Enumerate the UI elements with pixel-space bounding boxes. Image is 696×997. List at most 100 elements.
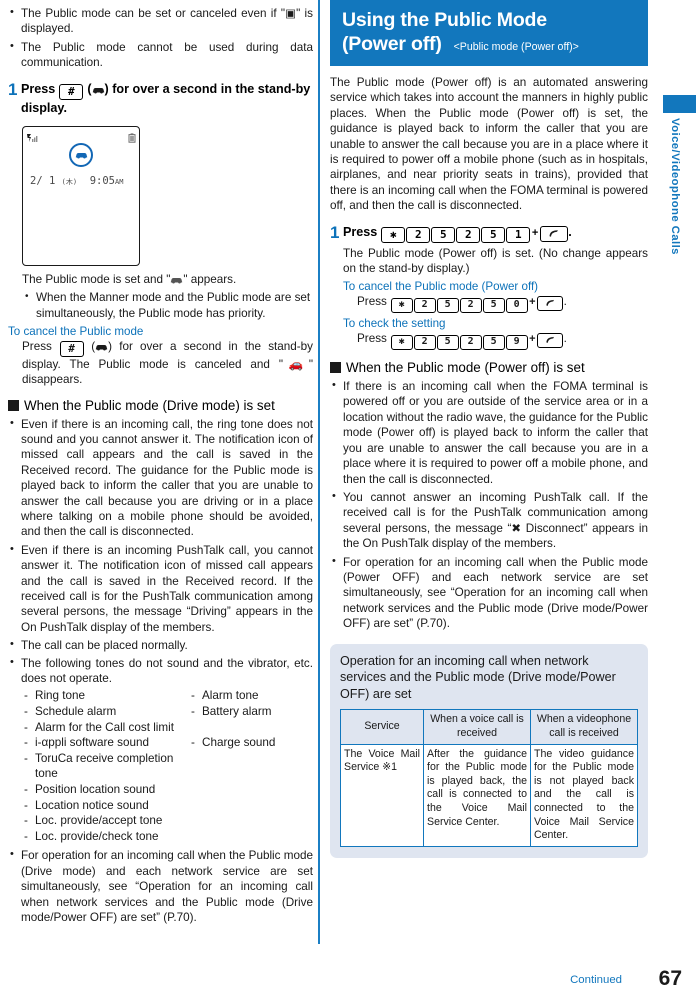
- key-2[interactable]: 2: [456, 226, 481, 243]
- signal-icon: [26, 130, 38, 142]
- tone-row: Schedule alarm Battery alarm: [22, 704, 313, 720]
- phone-date-time: 2/ 1 (木) 9:05AM: [30, 175, 134, 187]
- drive-mode-indicator-icon: [69, 143, 93, 168]
- section-banner: Using the Public Mode (Power off) <Publi…: [330, 0, 648, 66]
- drive-mode-heading: When the Public mode (Drive mode) is set: [8, 398, 313, 413]
- step-1-drive-mode: 1 Press # () for over a second in the st…: [8, 81, 313, 117]
- key-5[interactable]: 5: [436, 335, 459, 351]
- tone-item: Loc. provide/accept tone: [22, 813, 189, 829]
- tone-row: Ring tone Alarm tone: [22, 688, 313, 704]
- step-description: The Public mode (Power off) is set. (No …: [343, 246, 648, 275]
- press-label: Press: [22, 340, 52, 354]
- phone-stand-by-display: 2/ 1 (木) 9:05AM: [22, 126, 140, 267]
- page-footer: Continued 67: [0, 963, 696, 991]
- phone-shot-caption: The Public mode is set and " " appears.: [22, 273, 237, 287]
- info-box-title: Operation for an incoming call when netw…: [340, 653, 616, 701]
- continued-label: Continued: [570, 974, 622, 986]
- step-1-power-off: 1 Press ✱ 2 5 2 5 1 +. The Public mode (Power …: [330, 222, 648, 351]
- tone-item: i-αppli software sound: [22, 735, 189, 751]
- press-label: Press: [343, 224, 378, 239]
- tone-item: Location notice sound: [22, 798, 189, 814]
- key-5[interactable]: 5: [482, 335, 505, 351]
- press-label: Press: [357, 295, 387, 309]
- section-title-line2: (Power off): [342, 33, 442, 55]
- list-item: If there is an incoming call when the FO…: [330, 378, 648, 487]
- step-title: Press ✱ 2 5 2 5 1 +.: [343, 224, 648, 243]
- side-tab-label: Voice/Videophone Calls: [669, 118, 681, 255]
- square-bullet-icon: [8, 399, 19, 411]
- key-5[interactable]: 5: [482, 298, 505, 314]
- key-asterisk[interactable]: ✱: [381, 226, 406, 243]
- key-2[interactable]: 2: [459, 298, 482, 314]
- key-5[interactable]: 5: [431, 226, 456, 243]
- plus-sign: +: [529, 333, 536, 346]
- key-5[interactable]: 5: [481, 226, 506, 243]
- call-key-icon[interactable]: [539, 225, 568, 242]
- tone-item: Position location sound: [22, 782, 189, 798]
- list-item: The Public mode cannot be used during da…: [8, 39, 313, 71]
- network-service-info-box: Operation for an incoming call when netw…: [330, 643, 648, 858]
- list-item: Even if there is an incoming PushTalk ca…: [8, 542, 313, 635]
- power-off-heading: When the Public mode (Power off) is set: [330, 360, 648, 375]
- key-2[interactable]: 2: [406, 226, 431, 243]
- tone-row: Position location sound: [22, 782, 313, 798]
- drive-mode-bullet-list: Even if there is an incoming call, the r…: [8, 416, 313, 687]
- step-title: Press # () for over a second in the stan…: [21, 81, 313, 117]
- list-item: The call can be placed normally.: [8, 637, 313, 653]
- drive-mode-paren: (): [87, 81, 109, 96]
- key-2[interactable]: 2: [413, 335, 436, 351]
- power-off-bullet-list: If there is an incoming call when the FO…: [330, 378, 648, 632]
- call-key-icon[interactable]: [537, 296, 564, 312]
- cell-voice-call: After the guidance for the Public mode i…: [423, 743, 531, 847]
- section-subtitle: <Public mode (Power off)>: [453, 41, 579, 53]
- phone-day: (木): [61, 178, 78, 187]
- key-asterisk[interactable]: ✱: [390, 298, 413, 314]
- list-item: For operation for an incoming call when …: [8, 847, 313, 925]
- table-header-row: Service When a voice call is received Wh…: [340, 709, 638, 745]
- battery-icon: [128, 130, 136, 143]
- call-key-icon[interactable]: [537, 333, 564, 349]
- phone-time: 9:05: [89, 175, 116, 188]
- cancel-power-off-heading: To cancel the Public mode (Power off): [343, 280, 539, 294]
- tone-row: Location notice sound: [22, 798, 313, 814]
- top-bullet-list: The Public mode can be set or canceled e…: [8, 5, 313, 71]
- tone-item: Schedule alarm: [22, 704, 189, 720]
- square-bullet-icon: [330, 362, 341, 374]
- key-1[interactable]: 1: [506, 226, 531, 243]
- tone-row: Loc. provide/check tone: [22, 829, 313, 845]
- tone-row: Loc. provide/accept tone: [22, 813, 313, 829]
- key-hash[interactable]: #: [59, 341, 84, 358]
- plus-sign: +: [529, 296, 536, 309]
- tone-item: Loc. provide/check tone: [22, 829, 189, 845]
- tone-item: Alarm tone: [189, 688, 313, 704]
- list-item: The following tones do not sound and the…: [8, 655, 313, 687]
- key-0[interactable]: 0: [505, 298, 528, 314]
- phone-date: 2/ 1: [30, 175, 56, 188]
- step-number: 1: [330, 222, 340, 242]
- tone-item: ToruCa receive completion tone: [22, 751, 189, 782]
- cell-videophone-call: The video guidance for the Public mode i…: [530, 743, 638, 847]
- phone-status-bar: [26, 129, 136, 143]
- tone-row: Alarm for the Call cost limit: [22, 720, 313, 736]
- side-tab-marker: [663, 95, 696, 113]
- heading-label: When the Public mode (Drive mode) is set: [24, 397, 275, 413]
- key-asterisk[interactable]: ✱: [390, 335, 413, 351]
- heading-label: When the Public mode (Power off) is set: [346, 360, 585, 376]
- list-item: Even if there is an incoming call, the r…: [8, 416, 313, 540]
- key-5[interactable]: 5: [436, 298, 459, 314]
- cell-service: The Voice Mail Service ※1: [340, 743, 424, 847]
- key-9[interactable]: 9: [505, 335, 528, 351]
- tone-item: Ring tone: [22, 688, 189, 704]
- tone-item: Battery alarm: [189, 704, 313, 720]
- cancel-power-off-body: Press ✱ 2 5 2 5 0 +.: [357, 294, 648, 314]
- key-2[interactable]: 2: [459, 335, 482, 351]
- car-icon: [92, 86, 105, 94]
- list-item: You cannot answer an incoming PushTalk c…: [330, 489, 648, 552]
- page-number: 67: [658, 967, 682, 990]
- key-hash[interactable]: #: [59, 83, 84, 100]
- check-setting-body: Press ✱ 2 5 2 5 9 +.: [357, 331, 648, 351]
- period: .: [568, 224, 572, 239]
- press-label: Press: [21, 81, 56, 96]
- key-2[interactable]: 2: [413, 298, 436, 314]
- column-header-voice-call: When a voice call is received: [423, 709, 531, 745]
